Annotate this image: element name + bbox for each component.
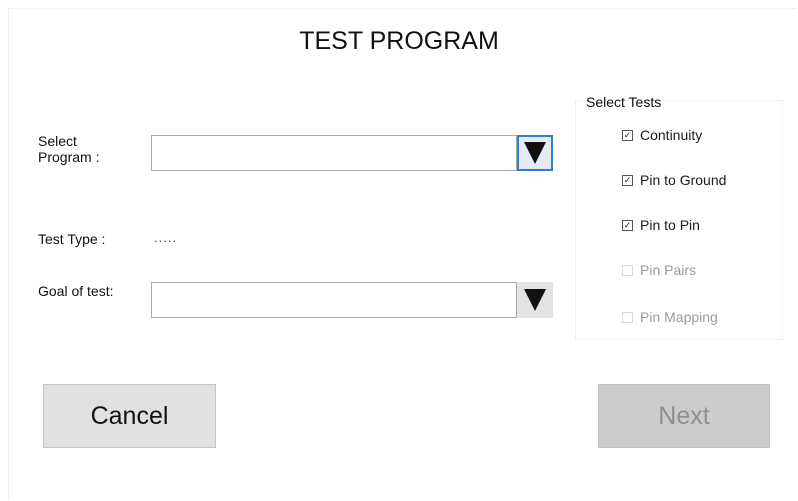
program-select[interactable] (151, 135, 517, 171)
checkbox-label: Pin Mapping (640, 309, 718, 325)
test-type-label: Test Type : (38, 231, 106, 247)
checkbox-checked-icon: ✓ (622, 219, 633, 231)
checkbox-label: Pin Pairs (640, 262, 697, 278)
goal-select[interactable] (151, 282, 517, 318)
goal-label: Goal of test: (38, 283, 114, 299)
test-type-value: ..... (154, 230, 178, 245)
cancel-button[interactable]: Cancel (43, 384, 216, 448)
program-dropdown-button[interactable] (517, 135, 553, 171)
checkbox-label: Pin to Ground (640, 172, 727, 188)
checkbox-checked-icon: ✓ (622, 174, 633, 186)
checkbox-unchecked-icon (622, 311, 633, 323)
triangle-down-icon (524, 142, 546, 164)
triangle-down-icon (524, 289, 546, 311)
program-label: Select Program : (38, 133, 100, 165)
checkbox-label: Pin to Pin (640, 217, 700, 233)
checkbox-pin-to-pin[interactable]: ✓ Pin to Pin (622, 217, 700, 233)
checkbox-pin-pairs: Pin Pairs (622, 262, 696, 278)
select-tests-title: Select Tests (586, 94, 662, 110)
checkbox-checked-icon: ✓ (622, 129, 633, 141)
checkbox-continuity[interactable]: ✓ Continuity (622, 127, 702, 143)
checkbox-label: Continuity (640, 127, 703, 143)
page-title: TEST PROGRAM (299, 27, 499, 55)
checkbox-pin-mapping: Pin Mapping (622, 309, 718, 325)
checkbox-unchecked-icon (622, 264, 633, 276)
goal-dropdown-button[interactable] (517, 282, 553, 318)
checkbox-pin-to-ground[interactable]: ✓ Pin to Ground (622, 172, 726, 188)
next-button: Next (598, 384, 770, 448)
